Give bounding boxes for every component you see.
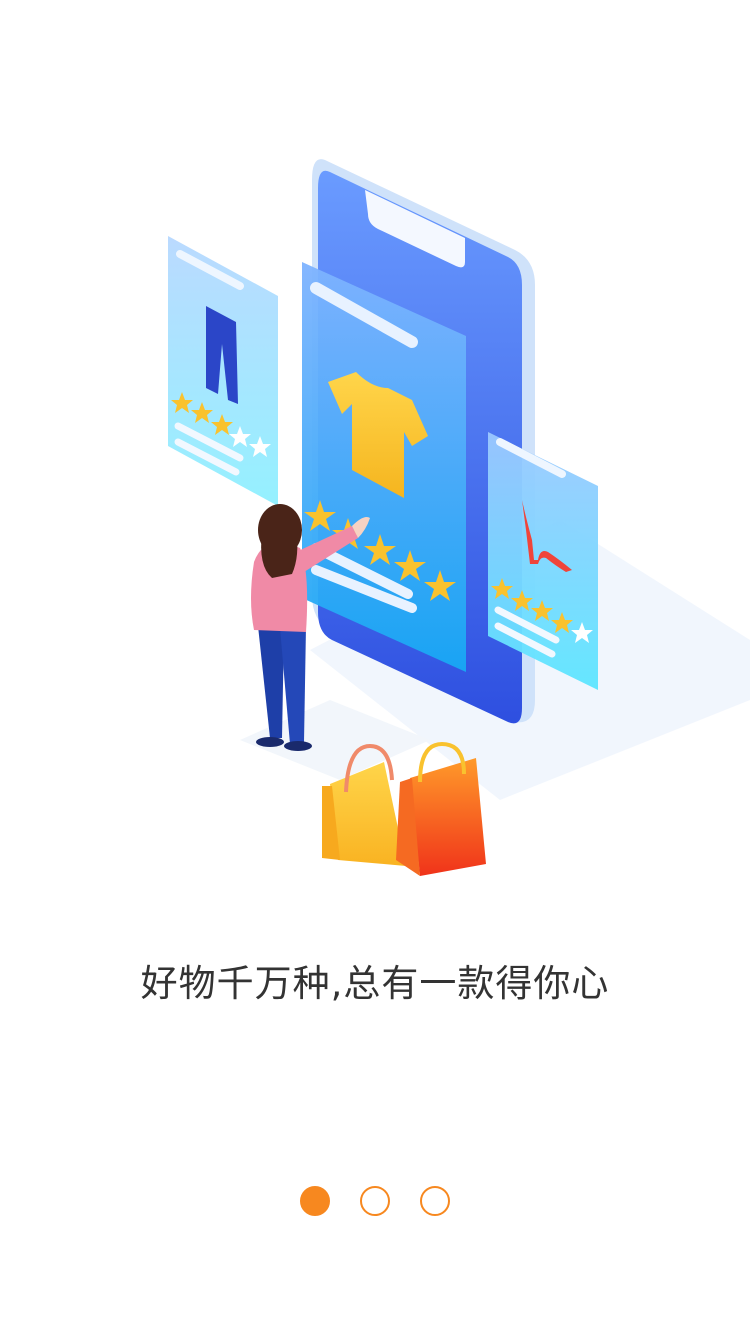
shopping-phone-illustration [0, 0, 750, 900]
page-dot-2[interactable] [360, 1186, 390, 1216]
page-indicator [0, 1186, 750, 1218]
page-dot-3[interactable] [420, 1186, 450, 1216]
onboarding-slogan: 好物千万种,总有一款得你心 [140, 962, 610, 1005]
page-dot-1[interactable] [300, 1186, 330, 1216]
